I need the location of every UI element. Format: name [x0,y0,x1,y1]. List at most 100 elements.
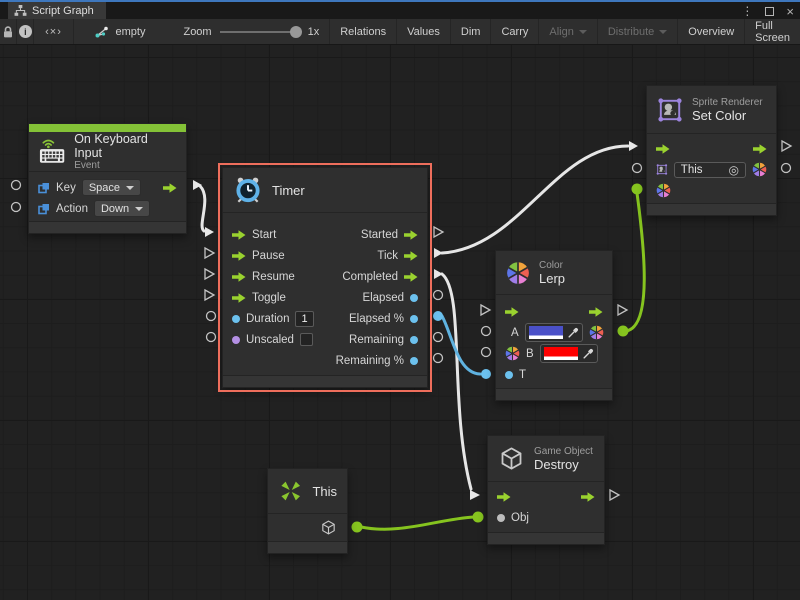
zoom-control: Zoom 1x [157,19,329,44]
control-out-arrow-icon [581,492,595,502]
value-port-dot [497,514,505,522]
code-button[interactable]: ‹×› [34,19,73,44]
node-footer [647,203,776,215]
setcolor-target-row: This ◎ [647,159,776,180]
timer-clock-icon [233,175,263,205]
window-maximize-icon[interactable] [765,7,774,16]
chevron-down-icon [135,207,143,211]
color-b-field[interactable] [540,344,598,363]
sprite-renderer-icon [657,97,683,123]
color-wheel-icon [589,325,604,340]
node-this[interactable]: This [267,468,348,554]
control-out-arrow-icon [404,272,418,282]
control-in-arrow-icon [497,492,511,502]
lerp-t-row: T [496,364,612,385]
action-label: Action [56,203,88,215]
window-menu-icon[interactable]: ⋮ [741,5,753,17]
timer-row-start-started: Start Started [223,224,427,245]
distribute-button: Distribute [597,19,677,44]
titlebar: Script Graph ⋮ × [0,2,800,19]
timer-row-duration-elapsedpct: Duration 1 Elapsed % [223,308,427,329]
script-graph-window: Script Graph ⋮ × i ‹×› empty Zoom 1x Rel… [0,0,800,600]
node-title: This [312,484,337,499]
color-wheel-icon [505,346,520,361]
node-footer [268,541,347,553]
graph-tree-icon [14,5,27,16]
node-subtitle: Color [539,260,565,271]
eyedropper-icon[interactable] [582,348,594,360]
node-subtitle: Sprite Renderer [692,97,763,108]
chevron-down-icon [126,186,134,190]
node-title: Timer [272,183,305,198]
timer-row-remainingpct: Remaining % [223,350,427,371]
info-button[interactable]: i [17,19,34,44]
event-accent-bar [29,124,186,132]
keyboard-icon [39,139,65,164]
sprite-renderer-icon [656,162,668,177]
control-in-arrow-icon [232,251,246,261]
overview-button[interactable]: Overview [677,19,744,44]
node-destroy[interactable]: Game Object Destroy Obj [487,435,605,545]
node-color-lerp[interactable]: Color Lerp A B [495,250,613,401]
value-port-dot [410,357,418,365]
control-out-arrow-icon [404,251,418,261]
node-title: Set Color [692,108,763,123]
control-out-arrow-icon [753,144,767,154]
window-close-icon[interactable]: × [786,5,794,18]
node-title: On Keyboard Input [74,132,176,160]
trigger-out-arrow-icon [163,183,177,193]
keycode-icon [38,203,50,215]
chevron-down-icon [579,30,587,34]
dim-button[interactable]: Dim [450,19,491,44]
chevron-down-icon [659,30,667,34]
zoom-slider-handle[interactable] [290,26,302,38]
value-port-dot [410,294,418,302]
timer-row-unscaled-remaining: Unscaled Remaining [223,329,427,350]
destroy-control-row [488,486,604,507]
keyboard-key-row: Key Space [29,177,186,198]
graph-ref-icon [94,25,110,39]
relations-button[interactable]: Relations [329,19,396,44]
lerp-control-row [496,301,612,322]
gameobject-cube-icon [498,445,525,472]
control-in-arrow-icon [656,144,670,154]
unscaled-checkbox[interactable] [300,333,313,346]
lock-button[interactable] [0,19,17,44]
carry-button[interactable]: Carry [490,19,538,44]
destroy-obj-row: Obj [488,507,604,528]
info-icon: i [19,25,32,38]
zoom-slider[interactable] [220,31,300,33]
zoom-label: Zoom [183,26,211,38]
key-label: Key [56,182,76,194]
values-button[interactable]: Values [396,19,450,44]
graph-reference[interactable]: empty [74,19,158,44]
node-title: Destroy [534,457,593,472]
node-subtitle: Game Object [534,446,593,457]
color-wheel-icon [506,261,530,285]
graph-toolbar: i ‹×› empty Zoom 1x Relations Values Dim… [0,19,800,45]
color-a-field[interactable] [525,323,583,342]
graph-name: empty [116,26,146,38]
control-in-arrow-icon [505,307,519,317]
control-out-arrow-icon [589,307,603,317]
action-dropdown[interactable]: Down [94,200,150,217]
control-in-arrow-icon [232,230,246,240]
tab-script-graph[interactable]: Script Graph [8,2,106,19]
align-button: Align [538,19,596,44]
gameobject-cube-icon [320,519,337,536]
node-setcolor[interactable]: Sprite Renderer Set Color This ◎ [646,85,777,216]
value-port-dot [410,336,418,344]
node-subtitle: Event [74,160,176,171]
timer-row-toggle-elapsed: Toggle Elapsed [223,287,427,308]
fullscreen-button[interactable]: Full Screen [744,19,800,44]
setcolor-control-row [647,138,776,159]
lerp-a-row: A [496,322,612,343]
node-timer[interactable]: Timer Start Started Pause Tick Resume Co… [222,167,428,388]
duration-field[interactable]: 1 [295,311,313,327]
node-on-keyboard-input[interactable]: On Keyboard Input Event Key Space Action… [28,123,187,234]
target-object-field[interactable]: This ◎ [674,162,746,178]
key-dropdown[interactable]: Space [82,179,141,196]
lerp-b-row: B [496,343,612,364]
object-picker-icon[interactable]: ◎ [729,164,739,176]
eyedropper-icon[interactable] [567,327,579,339]
